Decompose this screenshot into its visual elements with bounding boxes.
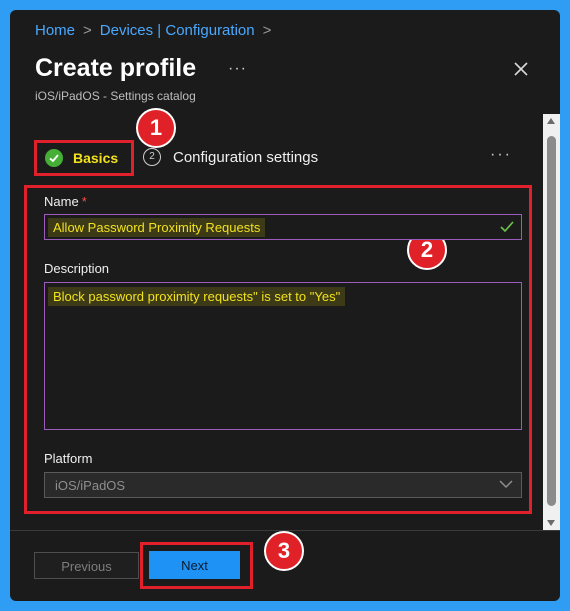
chevron-down-icon xyxy=(499,480,513,489)
step-number-circle: 2 xyxy=(143,148,161,166)
page-title: Create profile xyxy=(35,54,197,82)
platform-value: iOS/iPadOS xyxy=(55,478,126,493)
checkmark-icon xyxy=(500,221,514,233)
previous-button[interactable]: Previous xyxy=(34,552,139,579)
name-input[interactable]: Allow Password Proximity Requests xyxy=(44,214,522,240)
name-value: Allow Password Proximity Requests xyxy=(48,218,266,237)
platform-select[interactable]: iOS/iPadOS xyxy=(44,472,522,498)
more-options-icon[interactable]: ··· xyxy=(228,60,247,78)
platform-label: Platform xyxy=(44,451,93,466)
annotation-badge-1: 1 xyxy=(136,108,176,148)
more-icon[interactable]: ··· xyxy=(490,146,512,164)
next-button[interactable]: Next xyxy=(149,551,240,579)
close-icon[interactable] xyxy=(512,60,530,78)
description-label: Description xyxy=(44,261,110,276)
chevron-right-icon: > xyxy=(262,22,272,39)
breadcrumb-devices-configuration[interactable]: Devices | Configuration xyxy=(100,22,255,39)
page-subtitle: iOS/iPadOS - Settings catalog xyxy=(35,89,196,103)
annotation-badge-3: 3 xyxy=(264,531,304,571)
description-textarea[interactable]: Block password proximity requests" is se… xyxy=(44,282,522,430)
check-circle-icon xyxy=(45,149,63,167)
chevron-right-icon: > xyxy=(83,22,92,39)
required-marker: * xyxy=(81,194,87,209)
scroll-down-arrow-icon[interactable] xyxy=(547,520,555,526)
breadcrumb-home[interactable]: Home xyxy=(35,22,75,39)
description-value: Block password proximity requests" is se… xyxy=(48,287,346,306)
name-label: Name * xyxy=(44,194,87,209)
create-profile-panel: Home > Devices | Configuration > Create pro… xyxy=(10,10,560,601)
tab-basics[interactable]: Basics xyxy=(34,140,134,176)
breadcrumb: Home > Devices | Configuration > xyxy=(35,22,279,39)
scroll-thumb[interactable] xyxy=(547,136,556,506)
footer-divider xyxy=(10,530,560,531)
tab-basics-label: Basics xyxy=(73,150,119,166)
tab-configuration-settings[interactable]: Configuration settings xyxy=(173,149,318,166)
scroll-up-arrow-icon[interactable] xyxy=(547,118,555,124)
vertical-scrollbar[interactable] xyxy=(543,114,560,530)
